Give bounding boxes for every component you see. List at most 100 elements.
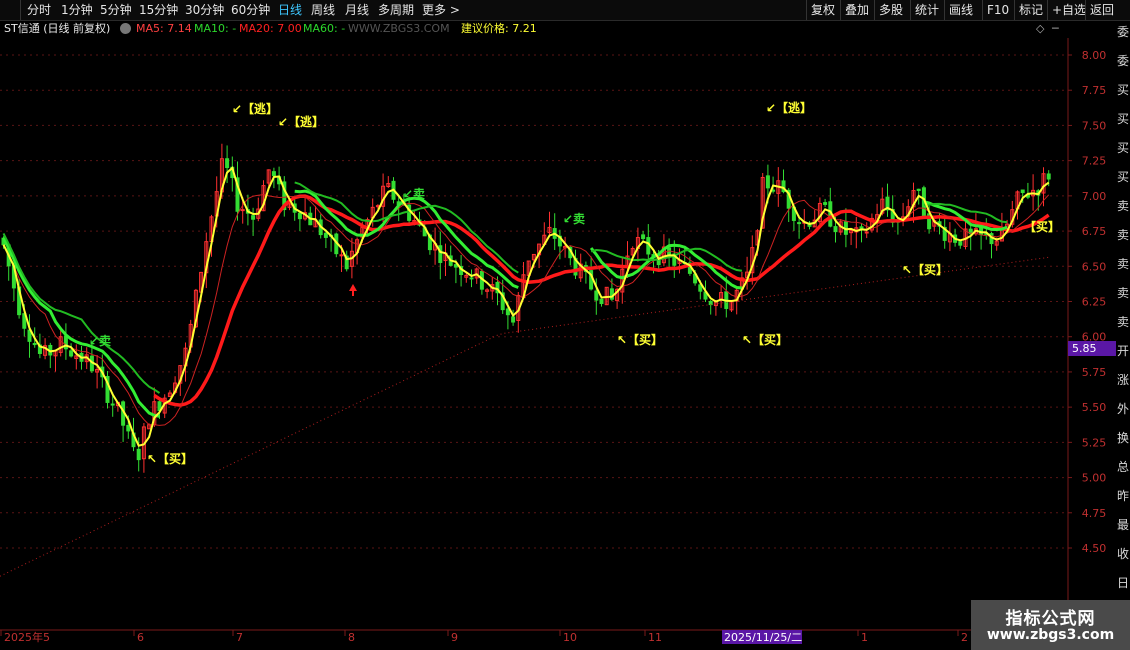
minimize-icon[interactable]: ─ — [1052, 20, 1059, 38]
date-label-9: 2 — [961, 631, 968, 644]
candle-body — [240, 209, 245, 212]
buy-signal: ↖【买】 — [617, 332, 663, 347]
candle-body — [1020, 189, 1025, 194]
action-button-3[interactable]: 统计 — [915, 1, 939, 19]
price-tick-1: 7.75 — [1082, 84, 1107, 97]
suggested-price: 建议价格: 7.21 — [461, 22, 537, 35]
current-price-badge: 5.85 — [1068, 341, 1116, 356]
toolbar-divider — [1014, 0, 1015, 20]
date-label-0: 2025年5 — [4, 630, 50, 644]
date-label-8: 1 — [861, 631, 868, 644]
indicator-info-bar: ST信通 (日线 前复权) MA5: 7.14 MA10: - MA20: 7.… — [0, 20, 1068, 38]
candle-body — [339, 254, 344, 257]
ma5-value: MA5: 7.14 — [136, 22, 192, 35]
ma-thin-red-line — [3, 194, 1050, 426]
side-label-0: 委 — [1117, 25, 1130, 39]
date-label-4: 9 — [451, 631, 458, 644]
action-button-4[interactable]: 画线 — [949, 1, 973, 19]
price-tick-2: 7.50 — [1082, 119, 1107, 132]
action-button-2[interactable]: 多股 — [879, 1, 903, 19]
side-label-10: 卖 — [1117, 315, 1130, 329]
toolbar-divider — [982, 0, 983, 20]
period-tab-10[interactable]: 更多 > — [422, 1, 460, 19]
right-side-panel: 委委买买买买卖卖卖卖卖开涨外换总昨最收日交 — [1116, 20, 1130, 630]
candle-body — [251, 215, 256, 220]
price-tick-10: 5.50 — [1082, 401, 1107, 414]
candle-body — [916, 188, 921, 191]
buy-signal: ↖【买】 — [742, 332, 788, 347]
period-tab-9[interactable]: 多周期 — [378, 1, 414, 19]
price-tick-13: 4.75 — [1082, 507, 1107, 520]
action-button-0[interactable]: 复权 — [811, 1, 835, 19]
date-label-5: 10 — [563, 631, 577, 644]
up-arrow-icon — [349, 284, 357, 296]
price-tick-12: 5.00 — [1082, 472, 1107, 485]
action-button-1[interactable]: 叠加 — [845, 1, 869, 19]
side-label-6: 卖 — [1117, 199, 1130, 213]
period-tab-4[interactable]: 30分钟 — [185, 1, 224, 19]
side-label-17: 最 — [1117, 518, 1130, 532]
period-tab-7[interactable]: 周线 — [311, 1, 335, 19]
candle-body — [126, 424, 131, 432]
candle-body — [594, 290, 599, 301]
price-tick-9: 5.75 — [1082, 366, 1107, 379]
candle-body — [511, 316, 516, 323]
side-label-2: 买 — [1117, 83, 1130, 97]
escape-signal: ↙【逃】 — [766, 100, 812, 115]
toolbar-divider — [20, 0, 21, 20]
period-tab-5[interactable]: 60分钟 — [231, 1, 270, 19]
period-tab-2[interactable]: 5分钟 — [100, 1, 132, 19]
sell-signal: ↙卖 — [403, 186, 425, 201]
date-label-7: 2025/11/25/二 — [724, 631, 802, 644]
watermark-url: www.zbgs3.com — [986, 627, 1115, 643]
candle-body — [469, 277, 474, 280]
action-button-6[interactable]: 标记 — [1019, 1, 1043, 19]
ma20-value: MA20: 7.00 — [239, 22, 302, 35]
side-label-18: 收 — [1117, 547, 1130, 561]
side-label-8: 卖 — [1117, 257, 1130, 271]
candle-body — [641, 234, 646, 240]
candle-body — [765, 175, 770, 189]
candle-body — [505, 308, 510, 316]
side-label-16: 昨 — [1117, 489, 1130, 503]
watermark-title: 指标公式网 — [1005, 609, 1096, 629]
ma60-value: MA60: - — [303, 22, 346, 35]
date-label-1: 6 — [137, 631, 144, 644]
diamond-icon[interactable]: ◇ — [1036, 20, 1044, 38]
kline-chart[interactable]: 8.007.757.507.257.006.756.506.256.005.75… — [0, 38, 1116, 650]
candle-body — [69, 350, 74, 357]
candle-body — [864, 231, 869, 234]
buy-signal: ↖【买】 — [902, 262, 948, 277]
period-tab-0[interactable]: 分时 — [27, 1, 51, 19]
candle-body — [225, 158, 230, 169]
side-label-7: 卖 — [1117, 228, 1130, 242]
side-label-4: 买 — [1117, 141, 1130, 155]
period-tab-8[interactable]: 月线 — [345, 1, 369, 19]
buy-signal: ↖【买】 — [147, 451, 193, 466]
toolbar-divider — [944, 0, 945, 20]
sell-signal: ↙卖 — [89, 333, 111, 348]
candle-body — [1046, 173, 1051, 180]
price-tick-3: 7.25 — [1082, 155, 1107, 168]
action-button-7[interactable]: +自选 — [1052, 1, 1086, 19]
action-button-5[interactable]: F10 — [987, 1, 1009, 19]
watermark-logo: 指标公式网 www.zbgs3.com — [971, 600, 1130, 650]
side-label-15: 总 — [1117, 460, 1130, 474]
period-tab-6[interactable]: 日线 — [278, 1, 302, 19]
date-label-2: 7 — [236, 631, 243, 644]
side-label-13: 外 — [1117, 402, 1130, 416]
action-button-8[interactable]: 返回 — [1090, 1, 1114, 19]
candle-body — [797, 222, 802, 225]
candle-body — [823, 202, 828, 205]
toolbar-divider — [840, 0, 841, 20]
candle-body — [958, 241, 963, 246]
period-tab-1[interactable]: 1分钟 — [61, 1, 93, 19]
price-tick-4: 7.00 — [1082, 190, 1107, 203]
period-tab-3[interactable]: 15分钟 — [139, 1, 178, 19]
toolbar-divider — [1047, 0, 1048, 20]
side-label-14: 换 — [1117, 431, 1130, 445]
candle-body — [136, 448, 141, 461]
candle-body — [297, 212, 302, 220]
sell-signal: ↙卖 — [563, 211, 585, 226]
settings-circle-icon[interactable] — [120, 23, 131, 34]
